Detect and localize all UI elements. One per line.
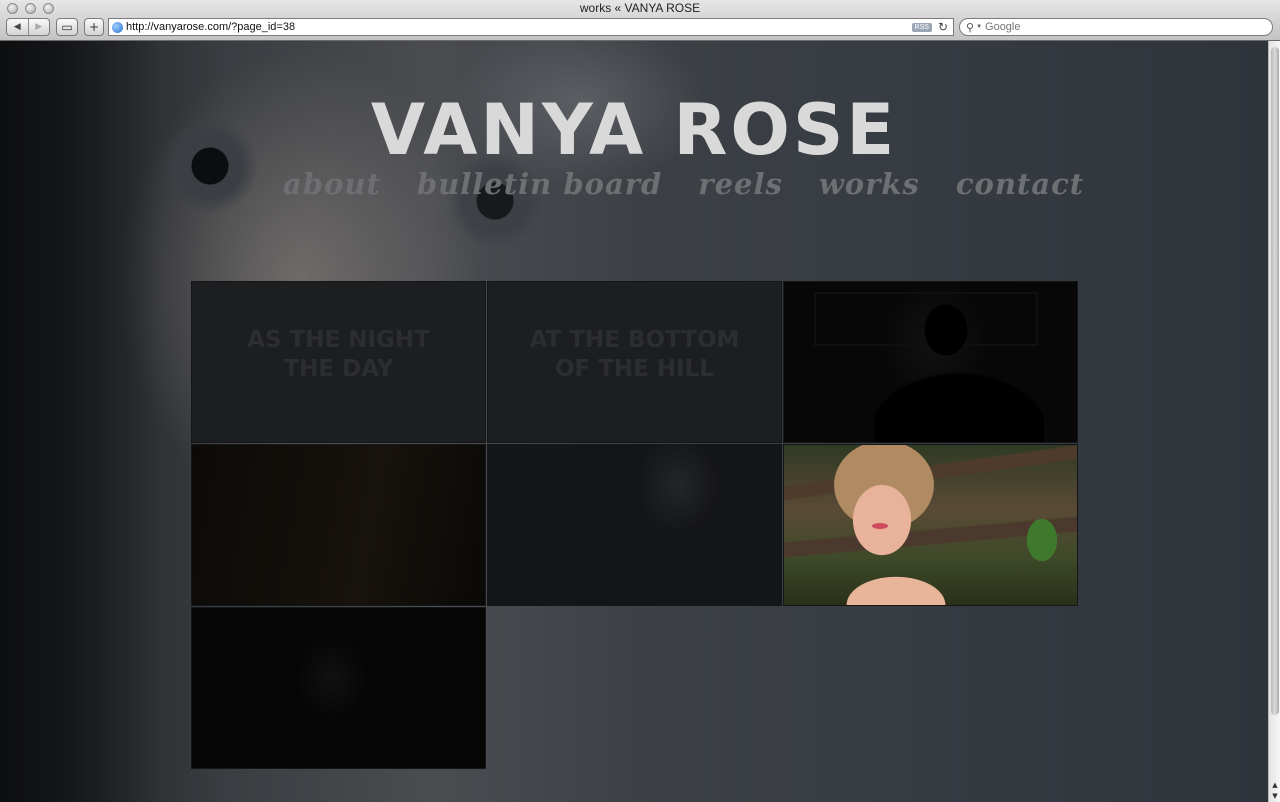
nav-about[interactable]: about xyxy=(283,167,381,201)
nav-contact[interactable]: contact xyxy=(956,167,1084,201)
work-tile-silhouette[interactable] xyxy=(783,281,1078,443)
browser-chrome: works « VANYA ROSE ◀ ▶ ▭ + http://vanyar… xyxy=(0,0,1280,41)
work-tile-dark-figure[interactable] xyxy=(487,444,782,606)
work-tile-color-photo[interactable] xyxy=(783,444,1078,606)
bookmarks-book-icon[interactable]: ▭ xyxy=(56,18,78,36)
window-title: works « VANYA ROSE xyxy=(579,1,701,15)
search-icon: ⚲ xyxy=(966,21,975,34)
thumbnail-fern xyxy=(1017,505,1067,575)
scrollbar-thumb[interactable] xyxy=(1271,47,1279,715)
history-buttons: ◀ ▶ xyxy=(6,18,50,36)
page-background: VANYA ROSE about bulletin board reels wo… xyxy=(0,41,1268,802)
work-title: AS THE NIGHT THE DAY xyxy=(247,327,430,382)
main-nav: about bulletin board reels works contact xyxy=(283,167,1084,201)
work-tile-dark-warm[interactable] xyxy=(191,444,486,606)
nav-bulletin-board[interactable]: bulletin board xyxy=(417,167,662,201)
scroll-arrows[interactable]: ▲ ▼ xyxy=(1270,780,1280,802)
address-bar[interactable]: http://vanyarose.com/?page_id=38 RSS ↻ xyxy=(108,18,954,36)
works-grid: AS THE NIGHT THE DAY AT THE BOTTOM OF TH… xyxy=(191,281,1079,771)
rss-button[interactable]: RSS xyxy=(911,22,932,32)
reload-icon[interactable]: ↻ xyxy=(938,20,948,34)
work-tile-at-the-bottom-of-the-hill[interactable]: AT THE BOTTOM OF THE HILL xyxy=(487,281,782,443)
nav-works[interactable]: works xyxy=(819,167,920,201)
work-tile-as-the-night-the-day[interactable]: AS THE NIGHT THE DAY xyxy=(191,281,486,443)
url-text[interactable]: http://vanyarose.com/?page_id=38 xyxy=(126,21,912,33)
thumbnail-figure xyxy=(874,302,1044,442)
search-field[interactable]: ⚲ ▼ xyxy=(959,18,1273,36)
globe-icon xyxy=(112,21,123,33)
vertical-scrollbar[interactable]: ▲ ▼ xyxy=(1268,41,1280,802)
add-bookmark-button[interactable]: + xyxy=(84,18,104,36)
site-title[interactable]: VANYA ROSE xyxy=(0,89,1268,171)
forward-arrow-icon[interactable]: ▶ xyxy=(27,19,50,35)
search-input[interactable] xyxy=(985,21,1272,33)
back-arrow-icon[interactable]: ◀ xyxy=(7,19,28,35)
work-tile-dark-portrait[interactable] xyxy=(191,607,486,769)
work-title: AT THE BOTTOM OF THE HILL xyxy=(529,327,740,382)
nav-reels[interactable]: reels xyxy=(698,167,783,201)
thumbnail-detail xyxy=(872,523,888,529)
chevron-down-icon[interactable]: ▼ xyxy=(976,24,982,30)
